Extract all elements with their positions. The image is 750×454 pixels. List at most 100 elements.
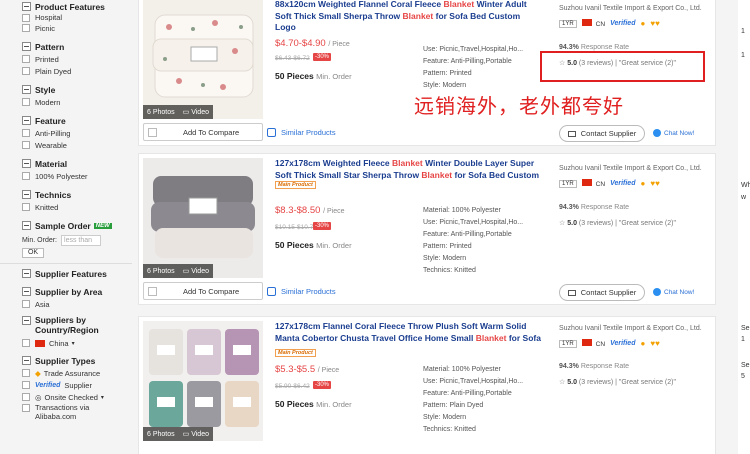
filter-option[interactable]: China ▾: [22, 337, 132, 349]
media-tag: 6 Photos ▭ Video: [143, 264, 213, 278]
checkbox[interactable]: [22, 14, 30, 22]
checkbox[interactable]: [22, 67, 30, 75]
filter-option[interactable]: Picnic: [22, 22, 132, 34]
page: Product Features Hospital Picnic Pattern…: [0, 0, 750, 454]
contact-supplier-button[interactable]: Contact Supplier: [559, 284, 645, 301]
video-icon: ▭ Video: [182, 109, 209, 116]
diamond-icon: ♥♥: [650, 339, 660, 348]
diamond-icon: ♥♥: [650, 19, 660, 28]
discount-badge: -30%: [313, 222, 332, 230]
chat-now-button[interactable]: Chat Now!: [653, 288, 694, 296]
main-product-badge: Main Product: [275, 349, 316, 357]
china-flag-icon: [581, 179, 592, 186]
filter-pattern[interactable]: Pattern: [22, 40, 132, 53]
china-flag-icon: [581, 19, 592, 26]
filter-country[interactable]: Suppliers by Country/Region: [22, 315, 132, 335]
filter-product-features[interactable]: Product Features: [22, 0, 132, 13]
supplier-name[interactable]: Suzhou Ivanil Textile Import & Export Co…: [559, 325, 702, 332]
video-icon: ▭ Video: [182, 268, 209, 275]
checkbox[interactable]: [22, 129, 30, 137]
add-to-compare[interactable]: Add To Compare: [143, 282, 263, 300]
filter-verified[interactable]: Verified Supplier: [22, 379, 132, 391]
filter-option[interactable]: Plain Dyed: [22, 65, 132, 77]
filter-technics[interactable]: Technics: [22, 188, 132, 201]
video-icon: ▭ Video: [182, 431, 209, 438]
product-card: 6 Photos ▭ Video 127x178cm Weighted Fleec…: [138, 153, 716, 305]
filter-option[interactable]: Asia: [22, 298, 132, 310]
main-product-badge: Main Product: [275, 181, 316, 189]
filter-supplier-features[interactable]: Supplier Features: [22, 267, 132, 280]
filter-supplier-types[interactable]: Supplier Types: [22, 354, 132, 367]
contact-supplier-button[interactable]: Contact Supplier: [559, 125, 645, 142]
product-title[interactable]: 88x120cm Weighted Flannel Coral Fleece B…: [275, 0, 543, 34]
checkbox[interactable]: [22, 404, 30, 412]
checkbox[interactable]: [22, 339, 30, 347]
scrollbar[interactable]: [728, 0, 737, 454]
collapse-icon[interactable]: [22, 159, 31, 168]
filter-option[interactable]: 100% Polyester: [22, 170, 132, 182]
filter-sample-order[interactable]: Sample Order NEW: [22, 219, 132, 232]
checkbox[interactable]: [148, 127, 157, 137]
product-image[interactable]: 6 Photos ▭ Video: [143, 0, 263, 119]
ok-button[interactable]: OK: [22, 248, 44, 258]
checkbox[interactable]: [22, 172, 30, 180]
collapse-icon[interactable]: [22, 116, 31, 125]
supplier-name[interactable]: Suzhou Ivanil Textile Import & Export Co…: [559, 165, 702, 172]
checkbox[interactable]: [22, 98, 30, 106]
min-order-input[interactable]: less than: [61, 235, 102, 246]
collapse-icon[interactable]: [22, 287, 31, 296]
filter-option[interactable]: Anti-Pilling: [22, 127, 132, 139]
supplier-badges: 1YR CN Verified ● ♥♥: [559, 339, 660, 348]
supplier-name[interactable]: Suzhou Ivanil Textile Import & Export Co…: [559, 5, 702, 12]
review-summary[interactable]: ☆ 5.0 (3 reviews) | "Great service (2)": [559, 378, 676, 386]
overlay-caption: 远销海外，老外都夸好: [414, 94, 624, 118]
check-circle-icon: ◎: [35, 392, 42, 402]
product-title[interactable]: 127x178cm Weighted Fleece Blanket Winter…: [275, 158, 543, 181]
filter-trade-assurance[interactable]: ◆ Trade Assurance: [22, 367, 132, 379]
collapse-icon[interactable]: [22, 316, 31, 325]
collapse-icon[interactable]: [22, 2, 31, 11]
product-attributes: Material: 100% Polyester Use: Picnic,Tra…: [423, 366, 524, 433]
checkbox[interactable]: [22, 141, 30, 149]
new-badge: NEW: [93, 222, 112, 229]
filter-material[interactable]: Material: [22, 157, 132, 170]
media-tag: 6 Photos ▭ Video: [143, 427, 213, 441]
checkbox[interactable]: [22, 24, 30, 32]
collapse-icon[interactable]: [22, 356, 31, 365]
filter-style[interactable]: Style: [22, 83, 132, 96]
filter-option[interactable]: Modern: [22, 96, 132, 108]
collapse-icon[interactable]: [22, 42, 31, 51]
filter-option[interactable]: Wearable: [22, 139, 132, 151]
filter-option[interactable]: Knitted: [22, 201, 132, 213]
collapse-icon[interactable]: [22, 190, 31, 199]
chat-now-button[interactable]: Chat Now!: [653, 129, 694, 137]
mail-icon: [567, 289, 576, 296]
similar-products-link[interactable]: Similar Products: [267, 287, 336, 296]
filter-option[interactable]: Hospital: [22, 13, 132, 22]
filter-supplier-area[interactable]: Supplier by Area: [22, 285, 132, 298]
chat-icon: [653, 129, 661, 137]
filter-feature[interactable]: Feature: [22, 114, 132, 127]
collapse-icon[interactable]: [22, 269, 31, 278]
checkbox[interactable]: [22, 369, 30, 377]
product-image[interactable]: 6 Photos ▭ Video: [143, 321, 263, 441]
checkbox[interactable]: [22, 381, 30, 389]
checkbox[interactable]: [22, 300, 30, 308]
filter-option[interactable]: Printed: [22, 53, 132, 65]
checkbox[interactable]: [148, 286, 157, 296]
checkbox[interactable]: [22, 393, 30, 401]
product-list: 6 Photos ▭ Video 88x120cm Weighted Flanne…: [138, 0, 716, 454]
filter-onsite[interactable]: ◎ Onsite Checked ▾: [22, 391, 132, 403]
checkbox[interactable]: [22, 203, 30, 211]
china-flag-icon: [35, 339, 45, 347]
checkbox[interactable]: [22, 55, 30, 63]
similar-products-link[interactable]: Similar Products: [267, 128, 336, 137]
add-to-compare[interactable]: Add To Compare: [143, 123, 263, 141]
review-summary[interactable]: ☆ 5.0 (3 reviews) | "Great service (2)": [559, 219, 676, 227]
collapse-icon[interactable]: [22, 85, 31, 94]
product-title[interactable]: 127x178cm Flannel Coral Fleece Throw Plu…: [275, 321, 543, 344]
collapse-icon[interactable]: [22, 221, 31, 230]
filter-transactions[interactable]: Transactions via Alibaba.com: [22, 403, 132, 423]
product-image[interactable]: 6 Photos ▭ Video: [143, 158, 263, 278]
right-panel-edge: 1 1 Wh w Se 1 Se 5: [738, 0, 750, 454]
